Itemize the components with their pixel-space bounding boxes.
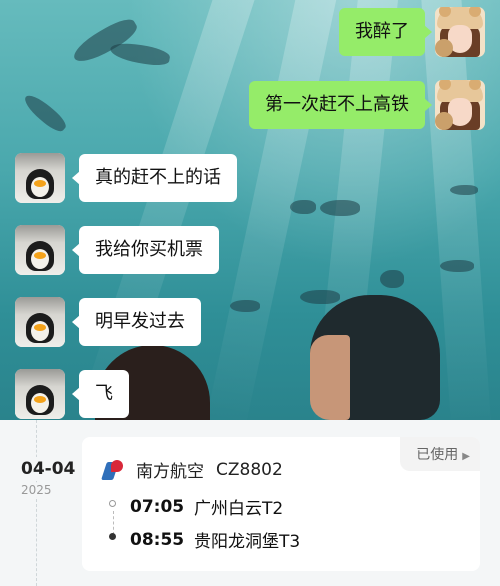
contact-avatar[interactable]: [15, 225, 65, 275]
man-face: [310, 335, 350, 420]
record-date: 04-04: [21, 457, 76, 481]
fish-shape: [320, 200, 360, 216]
fish-shape: [450, 185, 478, 195]
fish-shape: [20, 90, 70, 136]
chat-message-theirs: 明早发过去: [15, 297, 201, 347]
contact-avatar[interactable]: [15, 297, 65, 347]
their-bubble[interactable]: 飞: [72, 370, 129, 418]
status-badge[interactable]: 已使用 ▶: [400, 437, 480, 471]
chat-message-theirs: 飞: [15, 369, 129, 419]
fish-shape: [440, 260, 474, 272]
fish-shape: [290, 200, 316, 214]
chat-message-mine: 我醉了: [339, 7, 485, 57]
airline-row: 南方航空 CZ8802: [101, 457, 283, 482]
fish-shape: [108, 39, 172, 69]
chat-area: 我醉了 第一次赶不上高铁 真的赶不上的话 我给你买机票 明早发过去 飞: [0, 0, 500, 420]
chevron-right-icon: ▶: [462, 451, 470, 462]
timeline-line: [36, 420, 37, 586]
fish-shape: [230, 300, 260, 312]
departure-airport: 广州白云T2: [194, 499, 284, 519]
departure-time: 07:05: [130, 496, 185, 517]
flight-card[interactable]: 已使用 ▶ 南方航空 CZ8802 07:05 广州白云T2 08:55 贵阳龙洞…: [82, 437, 480, 571]
their-bubble[interactable]: 明早发过去: [72, 298, 201, 346]
arrival-time: 08:55: [130, 529, 185, 550]
fish-shape: [380, 270, 404, 288]
record-year: 2025: [21, 483, 52, 497]
arrival-row: 08:55 贵阳龙洞堡T3: [109, 527, 301, 552]
departure-dot-icon: [109, 500, 116, 507]
fish-shape: [300, 290, 340, 304]
their-bubble[interactable]: 真的赶不上的话: [72, 154, 237, 202]
arrival-airport: 贵阳龙洞堡T3: [194, 532, 301, 552]
chat-message-theirs: 我给你买机票: [15, 225, 219, 275]
my-bubble[interactable]: 我醉了: [339, 8, 432, 56]
departure-row: 07:05 广州白云T2: [109, 494, 284, 519]
contact-avatar[interactable]: [15, 153, 65, 203]
their-bubble[interactable]: 我给你买机票: [72, 226, 219, 274]
flight-number: CZ8802: [216, 459, 283, 480]
my-avatar[interactable]: [435, 80, 485, 130]
my-bubble[interactable]: 第一次赶不上高铁: [249, 81, 432, 129]
status-label: 已使用: [416, 447, 459, 463]
my-avatar[interactable]: [435, 7, 485, 57]
contact-avatar[interactable]: [15, 369, 65, 419]
chat-message-mine: 第一次赶不上高铁: [249, 80, 485, 130]
airline-name: 南方航空: [136, 462, 204, 482]
airline-logo-icon: [101, 459, 124, 481]
arrival-dot-icon: [109, 533, 116, 540]
chat-message-theirs: 真的赶不上的话: [15, 153, 237, 203]
